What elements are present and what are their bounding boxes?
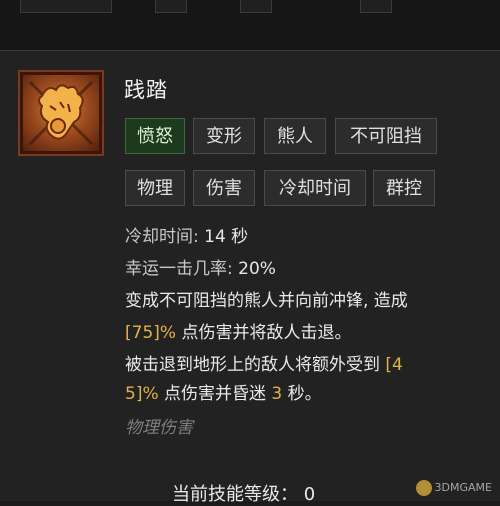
description-text: 被击退到地形上的敌人将额外受到 xyxy=(125,355,386,375)
tag-cooldown: 冷却时间 xyxy=(264,170,366,206)
tag-transform: 变形 xyxy=(193,118,255,154)
skill-level: 当前技能等级： 0 xyxy=(172,480,315,506)
description-line-1: 变成不可阻挡的熊人并向前冲锋, 造成 xyxy=(125,291,408,311)
lucky-hit-label: 幸运一击几率: xyxy=(125,259,233,279)
site-watermark: 3DMGAME xyxy=(415,480,492,496)
damage-type-label: 物理伤害 xyxy=(125,418,193,438)
bonus-damage-value-part2: 5]% xyxy=(125,384,159,404)
watermark-logo-icon xyxy=(415,480,432,496)
cooldown-label: 冷却时间: xyxy=(125,227,199,247)
cooldown-value: 14 秒 xyxy=(204,227,249,247)
bear-paw-icon xyxy=(18,70,104,156)
bonus-damage-value-part1: [4 xyxy=(385,355,403,375)
damage-percent-value: [75]% xyxy=(125,323,177,343)
description-line-4: 5]% 点伤害并昏迷 3 秒。 xyxy=(125,379,322,404)
top-strip xyxy=(0,0,500,50)
description-line-3: 被击退到地形上的敌人将额外受到 [4 xyxy=(125,350,403,375)
tag-rage: 愤怒 xyxy=(125,118,185,154)
tag-damage: 伤害 xyxy=(193,170,255,206)
description-text: 点伤害并将敌人击退。 xyxy=(176,323,352,343)
top-slot-fragment xyxy=(360,0,392,13)
tag-werebear: 熊人 xyxy=(264,118,326,154)
lucky-hit-value: 20% xyxy=(238,259,276,279)
top-slot-fragment xyxy=(20,0,112,13)
description-text: 秒。 xyxy=(282,384,322,404)
top-slot-fragment xyxy=(155,0,187,13)
skill-title: 践踏 xyxy=(124,78,168,102)
skill-level-value: 0 xyxy=(303,484,316,505)
tag-crowd-control: 群控 xyxy=(373,170,435,206)
description-text: 点伤害并昏迷 xyxy=(158,384,272,404)
top-slot-fragment xyxy=(240,0,272,13)
tag-physical: 物理 xyxy=(125,170,185,206)
cooldown-stat: 冷却时间: 14 秒 xyxy=(125,222,248,247)
watermark-text: 3DMGAME xyxy=(434,481,492,494)
stun-duration-value: 3 xyxy=(271,384,283,404)
tag-unstoppable: 不可阻挡 xyxy=(335,118,437,154)
lucky-hit-stat: 幸运一击几率: 20% xyxy=(125,254,276,279)
skill-level-label: 当前技能等级： xyxy=(172,484,298,505)
description-line-2: [75]% 点伤害并将敌人击退。 xyxy=(125,318,351,343)
